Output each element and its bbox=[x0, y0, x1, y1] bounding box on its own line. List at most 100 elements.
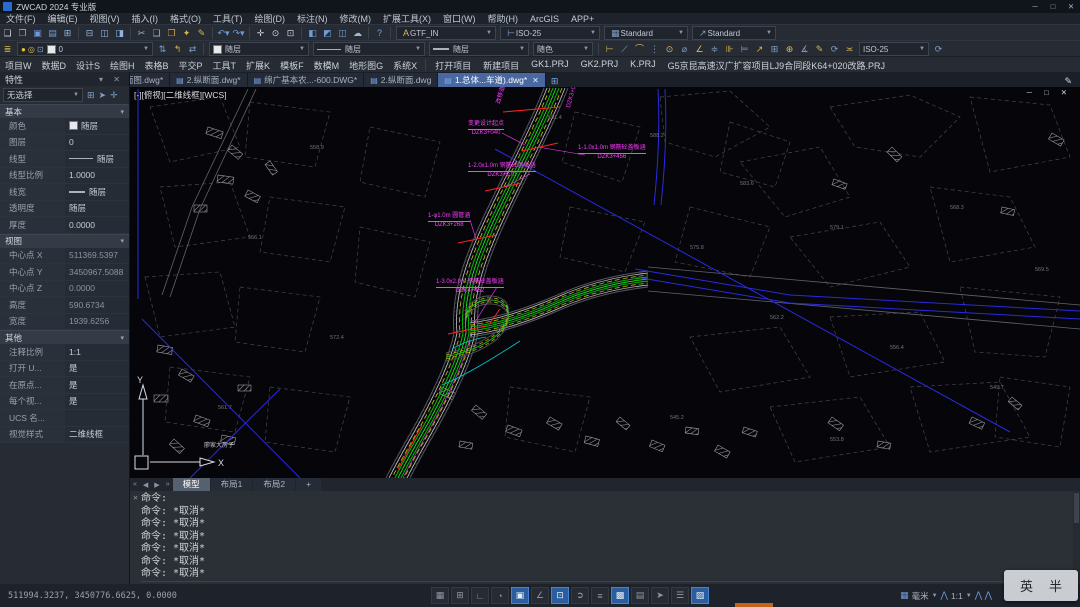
layout-tab-模型[interactable]: 模型 bbox=[173, 478, 210, 491]
property-row[interactable]: 厚度0.0000 bbox=[0, 217, 129, 234]
project-menu[interactable]: 设计S bbox=[71, 59, 105, 72]
transparency-toggle[interactable]: ▩ bbox=[611, 587, 629, 604]
project-button[interactable]: K.PRJ bbox=[624, 59, 662, 72]
plot-preview-icon[interactable]: ◫ bbox=[97, 26, 112, 40]
doc-close-icon[interactable]: ✕ bbox=[1061, 88, 1072, 97]
dim-angular-icon[interactable]: ∠ bbox=[692, 42, 707, 56]
zoom-realtime-icon[interactable]: ⊙ bbox=[268, 26, 283, 40]
select-objects-icon[interactable]: ➤ bbox=[99, 90, 107, 101]
property-row[interactable]: 透明度随层 bbox=[0, 201, 129, 218]
property-row[interactable]: 打开 U...是 bbox=[0, 361, 129, 378]
section-header[interactable]: 基本▾ bbox=[0, 104, 129, 118]
layout-nav-icon[interactable]: « bbox=[130, 481, 140, 488]
design-center-icon[interactable]: ☁ bbox=[350, 26, 365, 40]
dim-baseline-icon[interactable]: ⊪ bbox=[722, 42, 737, 56]
project-menu[interactable]: 扩展K bbox=[241, 59, 275, 72]
property-value[interactable]: 随层 bbox=[65, 201, 129, 217]
section-header[interactable]: 视图▾ bbox=[0, 234, 129, 248]
dim-text-edit-icon[interactable]: ✎ bbox=[812, 42, 827, 56]
dim-style-combo-2[interactable]: ISO-25▼ bbox=[859, 42, 929, 56]
dim-leader-icon[interactable]: ↗ bbox=[752, 42, 767, 56]
pen-icon[interactable]: ✎ bbox=[1056, 76, 1080, 87]
plotstyle-control-combo[interactable]: 随色▼ bbox=[533, 42, 593, 56]
help-icon[interactable]: ? bbox=[372, 26, 387, 40]
match-properties-icon[interactable]: ✎ bbox=[194, 26, 209, 40]
selection-filter-combo[interactable]: 无选择▼ bbox=[3, 88, 83, 102]
property-value[interactable]: 3450967.5088 bbox=[65, 264, 129, 280]
ime-language[interactable]: 英 bbox=[1020, 576, 1033, 595]
property-row[interactable]: 中心点 Y3450967.5088 bbox=[0, 264, 129, 281]
annotation-visibility-icons[interactable]: ⋀ ⋀ bbox=[975, 590, 992, 601]
drawing-canvas[interactable]: [-][俯视][二维线框][WCS] ─ □ ✕ bbox=[130, 87, 1080, 478]
project-menu[interactable]: 地形图G bbox=[344, 59, 388, 72]
layout-nav-icon[interactable]: ▶ bbox=[151, 481, 162, 489]
zoom-window-icon[interactable]: ⊡ bbox=[283, 26, 298, 40]
layout-nav-icon[interactable]: ◀ bbox=[140, 481, 151, 489]
maximize-button[interactable]: □ bbox=[1044, 2, 1062, 11]
dim-style-apply-icon[interactable]: ⟳ bbox=[931, 42, 946, 56]
dim-linear-icon[interactable]: ⊢ bbox=[602, 42, 617, 56]
property-value[interactable]: 590.6734 bbox=[65, 297, 129, 313]
dim-continue-icon[interactable]: ⊨ bbox=[737, 42, 752, 56]
dim-center-mark-icon[interactable]: ⊕ bbox=[782, 42, 797, 56]
property-value[interactable] bbox=[65, 410, 129, 426]
cut-icon[interactable]: ✂ bbox=[134, 26, 149, 40]
minimize-button[interactable]: ─ bbox=[1026, 2, 1044, 11]
tool-palettes-icon[interactable]: ◩ bbox=[320, 26, 335, 40]
plot-icon[interactable]: ⊟ bbox=[82, 26, 97, 40]
section-header[interactable]: 其他▾ bbox=[0, 330, 129, 344]
linetype-control-combo[interactable]: 随层▼ bbox=[313, 42, 425, 56]
dynamic-input-toggle[interactable]: ➲ bbox=[571, 587, 589, 604]
property-value[interactable]: 随层 bbox=[65, 118, 129, 134]
toggle-pickadd-icon[interactable]: ✛ bbox=[110, 90, 118, 101]
grid-display-toggle[interactable]: ▦ bbox=[431, 587, 449, 604]
layer-freeze-icon[interactable]: ◎ bbox=[28, 45, 35, 54]
quick-select-icon[interactable]: ⊞ bbox=[87, 90, 95, 101]
scale-dropdown-icon[interactable]: ▼ bbox=[966, 593, 972, 599]
save-icon[interactable]: ▣ bbox=[30, 26, 45, 40]
document-tab[interactable]: ▤绵广基本农...-600.DWG* bbox=[248, 73, 365, 87]
dim-style-manager-icon[interactable]: ≍ bbox=[842, 42, 857, 56]
property-value[interactable]: 0.0000 bbox=[65, 281, 129, 297]
publish-icon[interactable]: ◨ bbox=[112, 26, 127, 40]
dim-style-combo[interactable]: ⊢ ISO-25▼ bbox=[500, 26, 600, 40]
property-row[interactable]: 中心点 Z0.0000 bbox=[0, 281, 129, 298]
dim-arc-length-icon[interactable]: ⌒ bbox=[632, 42, 647, 56]
units-value[interactable]: 毫米 bbox=[912, 590, 929, 602]
new-drawing-tab-icon[interactable]: ⊞ bbox=[546, 76, 564, 87]
property-value[interactable]: 随层 bbox=[65, 184, 129, 200]
project-menu[interactable]: 模板F bbox=[275, 59, 309, 72]
layout-tab-布局1[interactable]: 布局1 bbox=[211, 478, 253, 491]
property-value[interactable]: 1.0000 bbox=[65, 168, 129, 184]
paste-icon[interactable]: ❒ bbox=[164, 26, 179, 40]
dim-ordinate-icon[interactable]: ⋮ bbox=[647, 42, 662, 56]
dim-aligned-icon[interactable]: ⟋ bbox=[617, 42, 632, 56]
project-menu[interactable]: 系统X bbox=[388, 59, 422, 72]
layer-properties-manager-icon[interactable]: ≣ bbox=[0, 42, 15, 56]
project-button[interactable]: G5京昆高速汉广扩容项目LJ9合同段K64+020改路.PRJ bbox=[662, 59, 891, 72]
menu-item[interactable]: ArcGIS bbox=[524, 14, 565, 24]
dim-diameter-icon[interactable]: ⌀ bbox=[677, 42, 692, 56]
project-button[interactable]: 打开项目 bbox=[429, 59, 477, 72]
etransmit-icon[interactable]: ⊞ bbox=[60, 26, 75, 40]
object-snap-tracking-toggle[interactable]: ∠ bbox=[531, 587, 549, 604]
annotation-monitor-toggle[interactable]: ☰ bbox=[671, 587, 689, 604]
property-row[interactable]: 中心点 X511369.5397 bbox=[0, 248, 129, 265]
project-menu[interactable]: 数模M bbox=[309, 59, 345, 72]
save-as-icon[interactable]: ▤ bbox=[45, 26, 60, 40]
lineweight-display-toggle[interactable]: ≡ bbox=[591, 587, 609, 604]
project-button[interactable]: 新建项目 bbox=[477, 59, 525, 72]
viewport-controls-label[interactable]: [-][俯视][二维线框][WCS] bbox=[134, 89, 227, 101]
quick-properties-toggle[interactable]: ▤ bbox=[631, 587, 649, 604]
project-menu[interactable]: 绘图H bbox=[105, 59, 140, 72]
property-value[interactable]: 是 bbox=[65, 361, 129, 377]
selection-cycling-toggle[interactable]: ➤ bbox=[651, 587, 669, 604]
layout-tab-布局2[interactable]: 布局2 bbox=[253, 478, 295, 491]
property-row[interactable]: 注释比例1:1 bbox=[0, 344, 129, 361]
project-menu[interactable]: 表格B bbox=[140, 59, 174, 72]
ortho-mode-toggle[interactable]: ∟ bbox=[471, 587, 489, 604]
layer-on-icon[interactable]: ● bbox=[21, 45, 26, 54]
workspace-switching-toggle[interactable]: ▨ bbox=[691, 587, 709, 604]
property-row[interactable]: 颜色随层 bbox=[0, 118, 129, 135]
layer-previous-icon[interactable]: ⇄ bbox=[185, 42, 200, 56]
